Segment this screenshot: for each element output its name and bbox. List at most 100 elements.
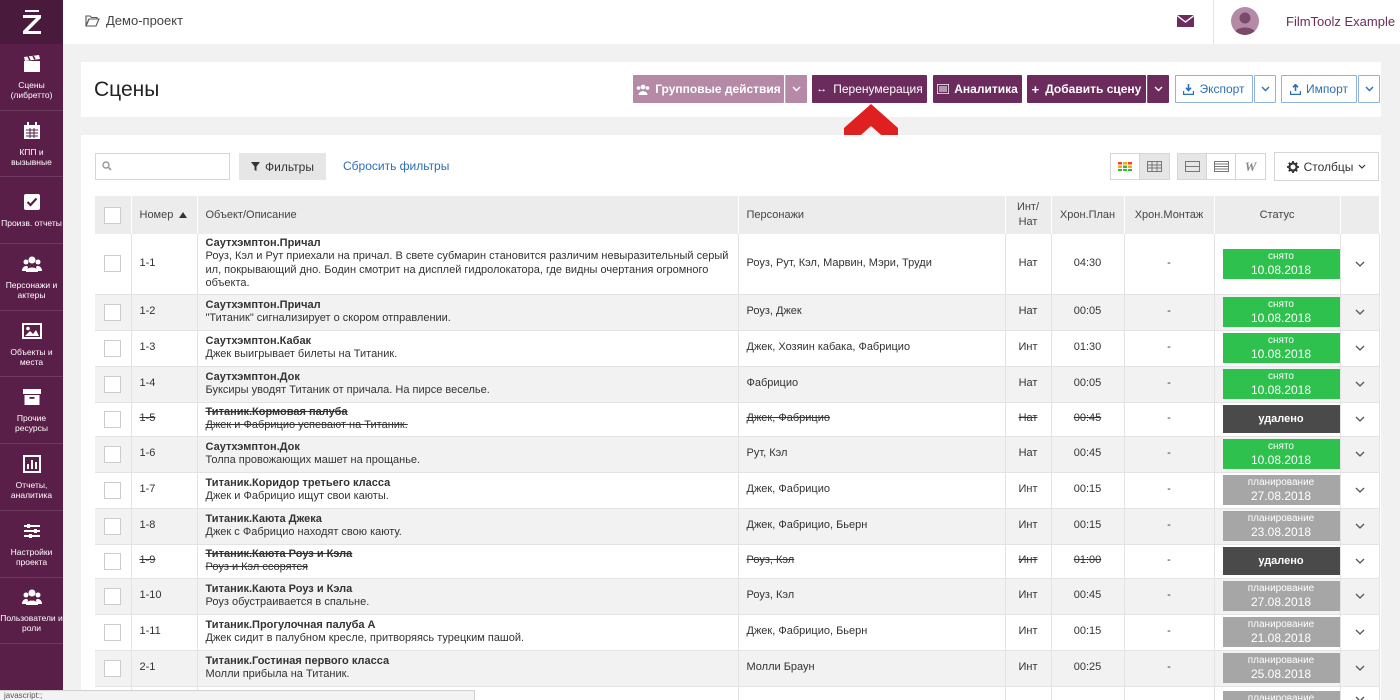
sidebar-item-locations[interactable]: Объекты и места <box>0 311 63 378</box>
row-expand-cell[interactable] <box>1340 686 1380 700</box>
avatar[interactable] <box>1231 7 1259 35</box>
status-badge[interactable]: удалено <box>1222 547 1340 575</box>
compact-view-button[interactable] <box>1178 154 1207 179</box>
chevron-down-icon[interactable] <box>1355 696 1365 700</box>
scene-object-cell[interactable]: Титаник.Коридор третьего класса Джек и Фа… <box>197 472 739 509</box>
row-checkbox[interactable] <box>104 445 122 463</box>
status-badge[interactable]: планирование 23.08.2018 <box>1222 511 1340 541</box>
row-checkbox[interactable] <box>104 375 122 393</box>
row-expand-cell[interactable] <box>1340 234 1380 295</box>
scene-object-cell[interactable]: Саутхэмптон.Кабак Джек выигрывает билеты … <box>197 330 739 367</box>
row-expand-cell[interactable] <box>1340 508 1380 545</box>
export-dropdown[interactable] <box>1254 75 1276 103</box>
row-select-cell[interactable] <box>95 436 132 473</box>
table-row[interactable]: 1-1 Саутхэмптон.Причал Роуз, Кэл и Рут при… <box>95 234 1380 295</box>
chevron-down-icon[interactable] <box>1355 629 1365 635</box>
user-name[interactable]: FilmToolz Example <box>1286 14 1395 29</box>
add-scene-dropdown[interactable] <box>1147 75 1169 103</box>
row-checkbox[interactable] <box>104 481 122 499</box>
row-select-cell[interactable] <box>95 544 132 579</box>
color-grid-view-button[interactable] <box>1111 154 1140 179</box>
chevron-down-icon[interactable] <box>1355 381 1365 387</box>
chevron-down-icon[interactable] <box>1355 558 1365 564</box>
header-characters[interactable]: Персонажи <box>738 196 1006 234</box>
scene-object-cell[interactable]: Титаник.Кормовая палуба Джек и Фабрицио у… <box>197 402 739 437</box>
table-row[interactable]: 1-8 Титаник.Каюта Джека Джек с Фабрицио на… <box>95 508 1380 545</box>
row-expand-cell[interactable] <box>1340 544 1380 579</box>
row-checkbox[interactable] <box>104 552 122 570</box>
row-expand-cell[interactable] <box>1340 402 1380 437</box>
row-expand-cell[interactable] <box>1340 472 1380 509</box>
chevron-down-icon[interactable] <box>1355 451 1365 457</box>
analytics-button[interactable]: Аналитика <box>933 75 1022 103</box>
sidebar-item-scenes[interactable]: Сцены (либретто) <box>0 44 63 111</box>
header-plan[interactable]: Хрон.План <box>1051 196 1125 234</box>
row-select-cell[interactable] <box>95 614 132 651</box>
row-expand-cell[interactable] <box>1340 650 1380 687</box>
header-object[interactable]: Объект/Описание <box>197 196 739 234</box>
sidebar-item-resources[interactable]: Прочие ресурсы <box>0 377 63 445</box>
scene-object-cell[interactable]: Саутхэмптон.Док Толпа провожающих машет н… <box>197 436 739 473</box>
chevron-down-icon[interactable] <box>1355 416 1365 422</box>
status-badge[interactable]: снято 10.08.2018 <box>1222 439 1340 469</box>
row-select-cell[interactable] <box>95 650 132 687</box>
table-row[interactable]: 2-1 Титаник.Гостиная первого класса Молли … <box>95 650 1380 687</box>
row-select-cell[interactable] <box>95 508 132 545</box>
row-checkbox[interactable] <box>104 659 122 677</box>
table-row[interactable]: 1-9 Титаник.Каюта Роуз и Кэла Роуз и Кэл с… <box>95 544 1380 579</box>
columns-button[interactable]: Столбцы <box>1274 152 1379 181</box>
sidebar-item-users[interactable]: Пользователи и роли <box>0 578 63 645</box>
table-row[interactable]: 1-11 Титаник.Прогулочная палуба А Джек сид… <box>95 614 1380 651</box>
breadcrumb[interactable]: Демо-проект <box>85 13 183 28</box>
import-dropdown[interactable] <box>1358 75 1380 103</box>
header-montage[interactable]: Хрон.Монтаж <box>1124 196 1215 234</box>
status-badge[interactable]: планирование <box>1222 691 1340 700</box>
export-button[interactable]: Экспорт <box>1175 75 1253 103</box>
row-expand-cell[interactable] <box>1340 614 1380 651</box>
row-checkbox[interactable] <box>104 517 122 535</box>
add-scene-button[interactable]: + Добавить сцену <box>1027 75 1146 103</box>
select-all-checkbox[interactable] <box>104 206 122 224</box>
row-select-cell[interactable] <box>95 330 132 367</box>
chevron-down-icon[interactable] <box>1355 487 1365 493</box>
table-row[interactable]: 1-5 Титаник.Кормовая палуба Джек и Фабрици… <box>95 402 1380 437</box>
chevron-down-icon[interactable] <box>1355 593 1365 599</box>
row-expand-cell[interactable] <box>1340 436 1380 473</box>
header-number[interactable]: Номер <box>131 196 198 234</box>
row-select-cell[interactable] <box>95 234 132 295</box>
row-select-cell[interactable] <box>95 294 132 331</box>
status-badge[interactable]: снято 10.08.2018 <box>1222 369 1340 399</box>
row-checkbox[interactable] <box>104 623 122 641</box>
status-badge[interactable]: планирование 27.08.2018 <box>1222 475 1340 505</box>
scene-object-cell[interactable]: Саутхэмптон.Причал Роуз, Кэл и Рут приеха… <box>197 234 739 295</box>
scene-object-cell[interactable]: Саутхэмптон.Док Буксиры уводят Титаник от… <box>197 366 739 403</box>
chevron-down-icon[interactable] <box>1355 523 1365 529</box>
group-actions-dropdown[interactable] <box>785 75 807 103</box>
renumber-button[interactable]: ↔ Перенумерация <box>812 75 927 103</box>
row-expand-cell[interactable] <box>1340 578 1380 615</box>
expanded-view-button[interactable] <box>1207 154 1236 179</box>
status-badge[interactable]: планирование 27.08.2018 <box>1222 581 1340 611</box>
sidebar-item-characters[interactable]: Персонажи и актеры <box>0 244 63 311</box>
status-badge[interactable]: удалено <box>1222 405 1340 433</box>
chevron-down-icon[interactable] <box>1355 345 1365 351</box>
row-select-cell[interactable] <box>95 578 132 615</box>
table-row[interactable]: 1-4 Саутхэмптон.Док Буксиры уводят Титаник… <box>95 366 1380 403</box>
group-actions-button[interactable]: Групповые действия <box>633 75 784 103</box>
text-view-button[interactable]: W <box>1236 154 1265 179</box>
status-badge[interactable]: планирование 21.08.2018 <box>1222 617 1340 647</box>
header-status[interactable]: Статус <box>1214 196 1341 234</box>
row-checkbox[interactable] <box>104 410 122 428</box>
table-row[interactable]: 1-6 Саутхэмптон.Док Толпа провожающих маше… <box>95 436 1380 473</box>
chevron-down-icon[interactable] <box>1355 261 1365 267</box>
scene-object-cell[interactable]: Титаник.Каюта Джека Джек с Фабрицио наход… <box>197 508 739 545</box>
scene-object-cell[interactable]: Саутхэмптон.Причал "Титаник" сигнализируе… <box>197 294 739 331</box>
scene-object-cell[interactable]: Титаник.Гостиная первого класса Молли при… <box>197 650 739 687</box>
header-int-nat[interactable]: Инт/ Нат <box>1005 196 1052 234</box>
chevron-down-icon[interactable] <box>1355 309 1365 315</box>
search-box[interactable] <box>95 153 230 180</box>
table-row[interactable]: 1-10 Титаник.Каюта Роуз и Кэла Роуз обустр… <box>95 578 1380 615</box>
status-badge[interactable]: планирование 25.08.2018 <box>1222 653 1340 683</box>
status-badge[interactable]: снято 10.08.2018 <box>1222 248 1340 279</box>
scene-object-cell[interactable]: Титаник.Прогулочная палуба А Джек сидит в… <box>197 614 739 651</box>
